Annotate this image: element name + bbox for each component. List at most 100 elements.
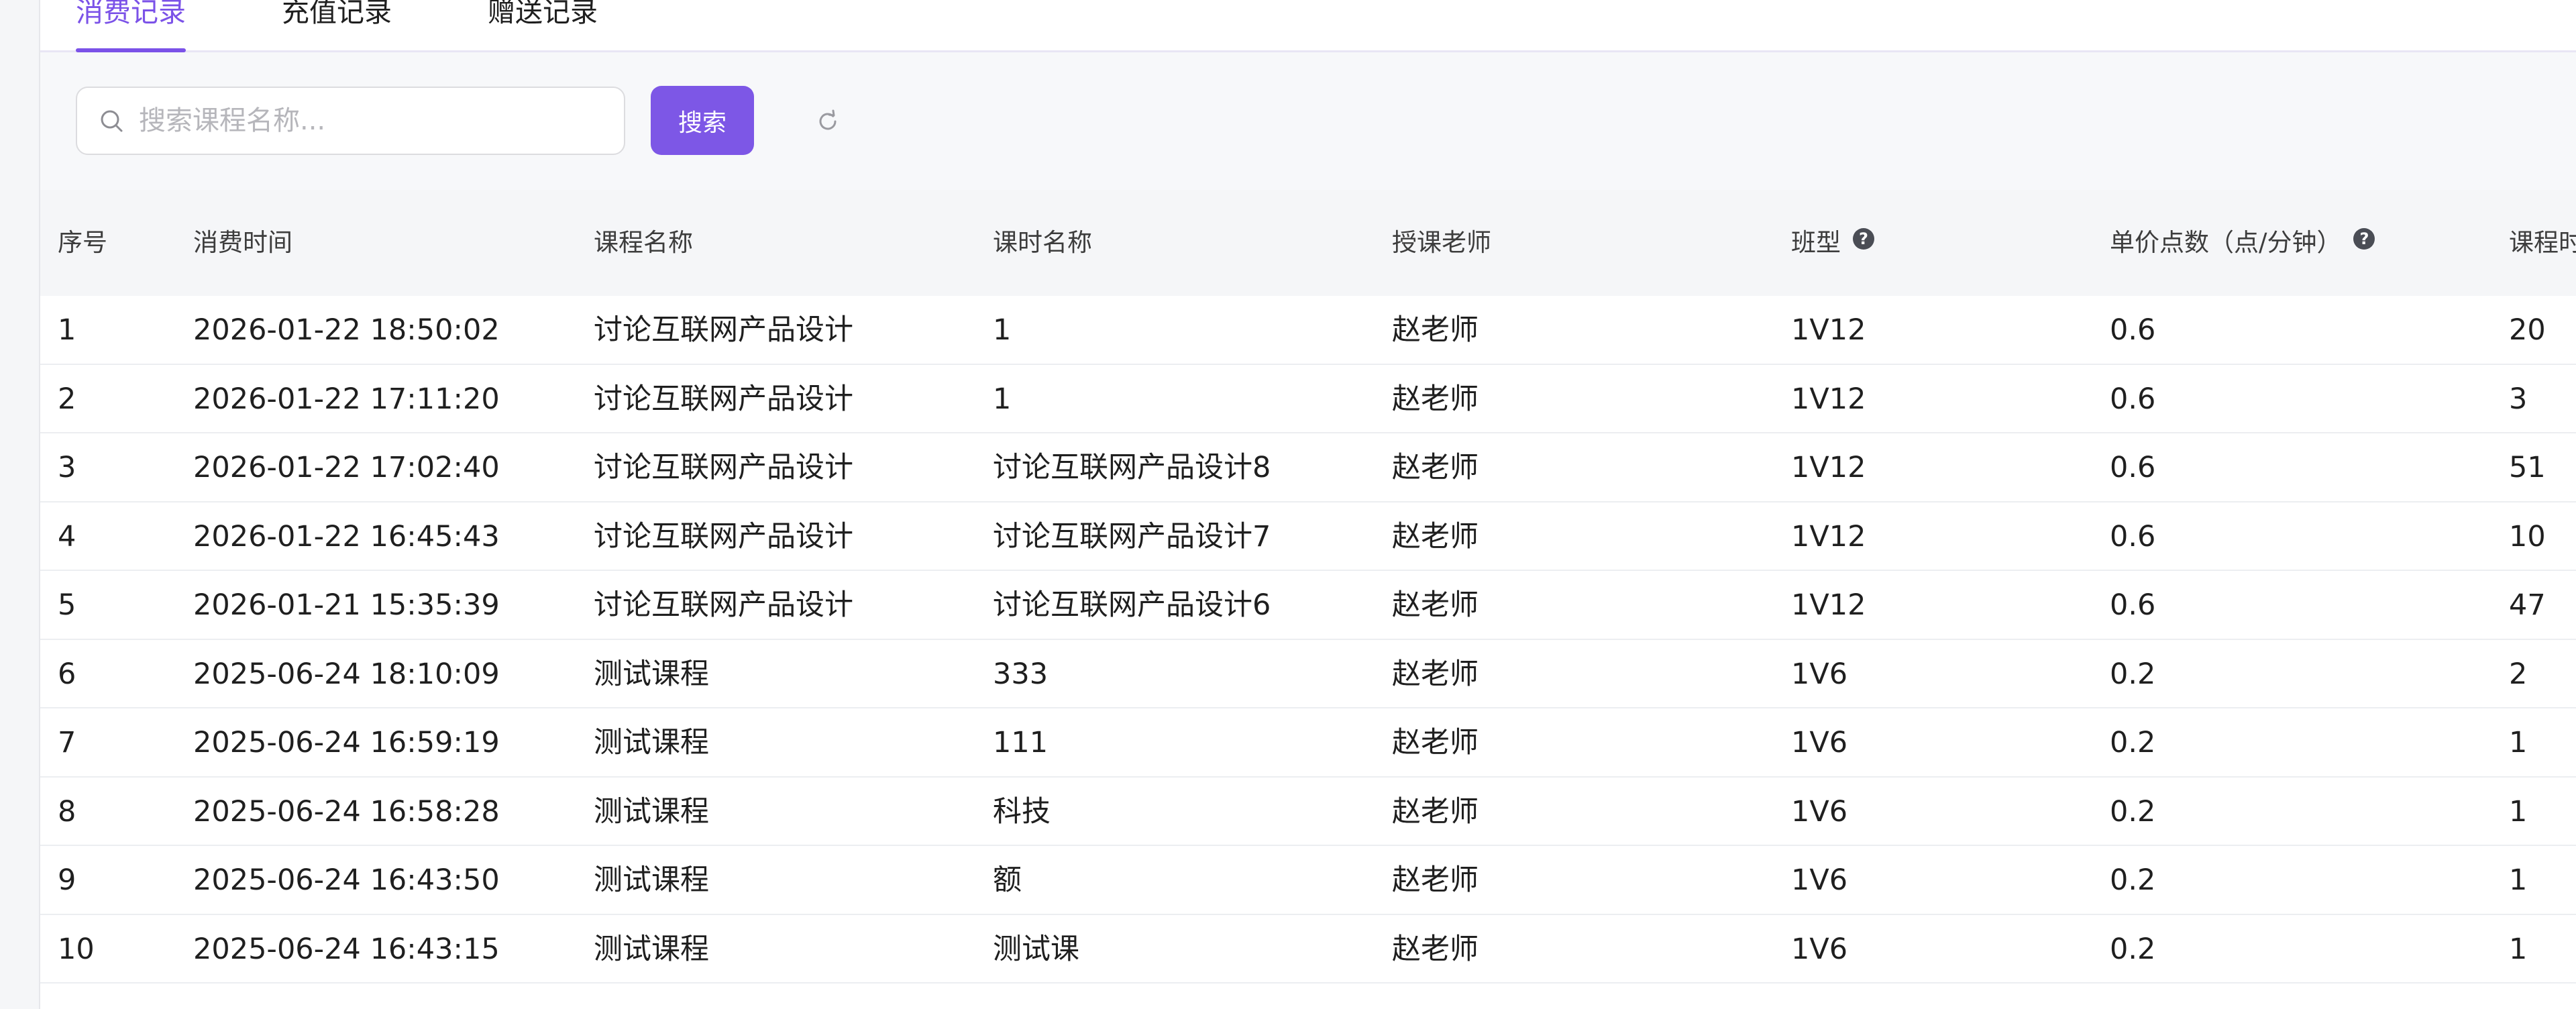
table-cell: 讨论互联网产品设计: [594, 313, 853, 347]
column-header: 课程名称: [594, 190, 693, 296]
column-header-label: 授课老师: [1392, 228, 1491, 257]
table-cell: 讨论互联网产品设计: [594, 588, 853, 622]
table-row: 10 2025-06-24 16:43:15 测试课程 测试课 赵老师 1V6 0.2 1: [40, 914, 2576, 984]
table-cell: 赵老师: [1392, 313, 1479, 347]
column-header: 单价点数（点/分钟）?: [2110, 190, 2375, 296]
main-content: 消费记录 充值记录 赠送记录 搜索 序号消费时间课程名: [40, 0, 2576, 1009]
table-cell: 9: [58, 863, 76, 897]
table-cell: 讨论互联网产品设计6: [993, 588, 1271, 622]
table-cell: 赵老师: [1392, 382, 1479, 416]
table-cell: 7: [58, 726, 76, 759]
column-header-label: 单价点数（点/分钟）: [2110, 228, 2342, 257]
table-cell: 测试课程: [594, 794, 709, 829]
table-cell: 51: [2509, 451, 2546, 484]
table-cell: 1V12: [1791, 382, 1866, 416]
table-cell: 2026-01-22 16:45:43: [193, 519, 500, 553]
table-cell: 1: [2509, 726, 2528, 759]
table-cell: 3: [2509, 382, 2528, 416]
left-rail: [0, 0, 40, 1009]
table-cell: 1: [993, 382, 1012, 416]
table-cell: 赵老师: [1392, 519, 1479, 553]
column-header-label: 消费时间: [193, 228, 292, 257]
column-header-label: 课程时: [2509, 228, 2576, 257]
table-cell: 讨论互联网产品设计: [594, 519, 853, 553]
table-cell: 赵老师: [1392, 588, 1479, 622]
table-cell: 5: [58, 588, 76, 622]
table-cell: 额: [993, 863, 1022, 897]
table-cell: 测试课: [993, 932, 1079, 966]
table-cell: 讨论互联网产品设计: [594, 382, 853, 416]
table-cell: 1V12: [1791, 451, 1866, 484]
table-cell: 1: [2509, 932, 2528, 966]
search-input[interactable]: [139, 99, 608, 143]
table-cell: 111: [993, 726, 1049, 759]
column-header-label: 班型: [1791, 228, 1841, 257]
table-cell: 赵老师: [1392, 932, 1479, 966]
table-row: 4 2026-01-22 16:45:43 讨论互联网产品设计 讨论互联网产品设计7 赵…: [40, 502, 2576, 571]
table-cell: 1: [2509, 794, 2528, 829]
table-cell: 10: [2509, 519, 2546, 553]
table-cell: 0.6: [2110, 313, 2156, 347]
table-cell: 测试课程: [594, 863, 709, 897]
table-cell: 2026-01-22 17:11:20: [193, 382, 500, 416]
table-cell: 1V12: [1791, 519, 1866, 553]
table-cell: 赵老师: [1392, 863, 1479, 897]
table-cell: 0.2: [2110, 726, 2156, 759]
table-cell: 赵老师: [1392, 657, 1479, 691]
tab-gift-records[interactable]: 赠送记录: [488, 0, 598, 52]
table-cell: 2025-06-24 16:43:50: [193, 863, 500, 897]
table-cell: 2: [58, 382, 76, 416]
table-row: 1 2026-01-22 18:50:02 讨论互联网产品设计 1 赵老师 1V12 0.6…: [40, 296, 2576, 365]
table-row: 8 2025-06-24 16:58:28 测试课程 科技 赵老师 1V6 0.2 1: [40, 777, 2576, 846]
table-cell: 赵老师: [1392, 794, 1479, 829]
table-cell: 科技: [993, 794, 1051, 829]
table-cell: 讨论互联网产品设计8: [993, 451, 1271, 484]
table-cell: 1V6: [1791, 794, 1848, 829]
search-box: [76, 87, 625, 155]
table-cell: 测试课程: [594, 657, 709, 691]
table-header: 序号 消费时间 课程名称 课时名称 授课老师 班型? 单价点数（点/分钟）? 课程时: [40, 190, 2576, 296]
page: 消费记录 充值记录 赠送记录 搜索 序号消费时间课程名: [0, 0, 2576, 1009]
table-cell: 0.2: [2110, 657, 2156, 691]
table-cell: 1: [993, 313, 1012, 347]
table-cell: 0.6: [2110, 519, 2156, 553]
refresh-button[interactable]: [813, 107, 843, 136]
table-cell: 2025-06-24 16:43:15: [193, 932, 500, 966]
search-button[interactable]: 搜索: [651, 86, 754, 155]
table-cell: 20: [2509, 313, 2546, 347]
table-cell: 2025-06-24 16:59:19: [193, 726, 500, 759]
tab-bar: 消费记录 充值记录 赠送记录: [40, 0, 2576, 52]
table-cell: 333: [993, 657, 1049, 691]
table-row: 9 2025-06-24 16:43:50 测试课程 额 赵老师 1V6 0.2 1: [40, 846, 2576, 915]
table-cell: 测试课程: [594, 726, 709, 759]
tab-recharge-records[interactable]: 充值记录: [282, 0, 392, 52]
table-cell: 3: [58, 451, 76, 484]
table-cell: 1: [58, 313, 76, 347]
help-icon[interactable]: ?: [1853, 228, 1874, 250]
help-icon[interactable]: ?: [2353, 228, 2375, 250]
table-cell: 1V6: [1791, 863, 1848, 897]
tab-consumption-records[interactable]: 消费记录: [76, 0, 186, 52]
table-cell: 1V6: [1791, 932, 1848, 966]
table-cell: 10: [58, 932, 95, 966]
table-cell: 赵老师: [1392, 451, 1479, 484]
table-cell: 0.6: [2110, 382, 2156, 416]
column-header: 消费时间: [193, 190, 292, 296]
table-row: 2 2026-01-22 17:11:20 讨论互联网产品设计 1 赵老师 1V12 0.6…: [40, 364, 2576, 433]
table-cell: 0.2: [2110, 863, 2156, 897]
table-cell: 1: [2509, 863, 2528, 897]
records-table: 序号 消费时间 课程名称 课时名称 授课老师 班型? 单价点数（点/分钟）? 课程时 1 202…: [40, 190, 2576, 1009]
table-cell: 2026-01-22 17:02:40: [193, 451, 500, 484]
table-cell: 6: [58, 657, 76, 691]
table-row: 6 2025-06-24 18:10:09 测试课程 333 赵老师 1V6 0.2 2: [40, 639, 2576, 708]
column-header: 课时名称: [993, 190, 1092, 296]
table-cell: 测试课程: [594, 932, 709, 966]
column-header: 序号: [58, 190, 107, 296]
table-row: 3 2026-01-22 17:02:40 讨论互联网产品设计 讨论互联网产品设计8 赵…: [40, 433, 2576, 502]
table-row: 7 2025-06-24 16:59:19 测试课程 111 赵老师 1V6 0.2 1: [40, 708, 2576, 778]
table-cell: 2025-06-24 18:10:09: [193, 657, 500, 691]
table-cell: 2025-06-24 16:58:28: [193, 794, 500, 829]
table-body: 1 2026-01-22 18:50:02 讨论互联网产品设计 1 赵老师 1V12 0.6…: [40, 296, 2576, 984]
table-cell: 0.2: [2110, 794, 2156, 829]
column-header: 班型?: [1791, 190, 1874, 296]
